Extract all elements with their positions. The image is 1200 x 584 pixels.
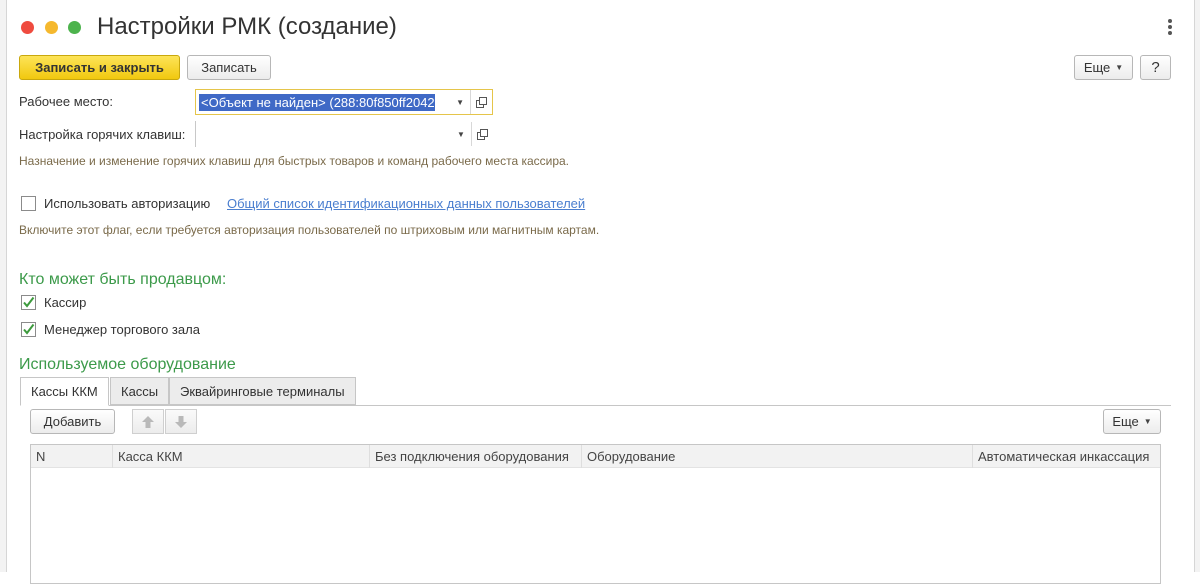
more-menu-label: Еще xyxy=(1083,60,1111,75)
open-item-icon[interactable] xyxy=(471,122,493,146)
save-and-close-button[interactable]: Записать и закрыть xyxy=(19,55,180,80)
checkmark-icon xyxy=(23,296,35,308)
seller-section-title: Кто может быть продавцом: xyxy=(19,271,227,288)
authorization-hint: Включите этот флаг, если требуется автор… xyxy=(19,223,600,237)
tabs-divider xyxy=(20,405,1171,406)
dropdown-arrow-icon[interactable]: ▼ xyxy=(451,130,471,139)
checkmark-icon xyxy=(23,323,35,335)
window-title: Настройки РМК (создание) xyxy=(97,13,397,40)
tab-kkm-registers[interactable]: Кассы ККМ xyxy=(20,377,109,406)
column-header-no-equipment[interactable]: Без подключения оборудования xyxy=(369,445,581,468)
background-window-edge-right xyxy=(1194,0,1200,572)
more-actions-icon[interactable] xyxy=(1164,17,1176,39)
tab-acquiring-terminals[interactable]: Эквайринговые терминалы xyxy=(169,377,356,405)
maximize-window-button[interactable] xyxy=(68,21,81,34)
workplace-value: <Объект не найден> (288:80f850ff20420 xyxy=(199,93,435,111)
arrow-up-icon xyxy=(142,415,154,428)
background-window-edge-left xyxy=(0,0,7,572)
save-button[interactable]: Записать xyxy=(187,55,271,80)
identification-data-link[interactable]: Общий список идентификационных данных по… xyxy=(227,196,585,211)
kkm-registers-table[interactable]: N Касса ККМ Без подключения оборудования… xyxy=(30,444,1161,584)
hotkeys-hint: Назначение и изменение горячих клавиш дл… xyxy=(19,154,570,168)
column-header-kkm-register[interactable]: Касса ККМ xyxy=(112,445,369,468)
equipment-section-title: Используемое оборудование xyxy=(19,356,236,373)
open-item-icon[interactable] xyxy=(470,90,492,114)
hotkeys-label: Настройка горячих клавиш: xyxy=(19,127,186,142)
close-window-button[interactable] xyxy=(21,21,34,34)
chevron-down-icon: ▼ xyxy=(1143,417,1152,426)
floor-manager-checkbox[interactable] xyxy=(21,322,36,337)
column-header-auto-collection[interactable]: Автоматическая инкассация xyxy=(972,445,1160,468)
arrow-down-icon xyxy=(175,415,187,428)
hotkeys-field[interactable]: ▼ xyxy=(195,121,493,147)
cashier-checkbox[interactable] xyxy=(21,295,36,310)
table-more-label: Еще xyxy=(1112,414,1139,429)
workplace-label: Рабочее место: xyxy=(19,94,114,109)
cashier-label: Кассир xyxy=(44,295,87,310)
chevron-down-icon: ▼ xyxy=(1115,63,1124,72)
use-authorization-label: Использовать авторизацию xyxy=(44,196,211,211)
help-button[interactable]: ? xyxy=(1140,55,1171,80)
column-header-equipment[interactable]: Оборудование xyxy=(581,445,972,468)
add-button[interactable]: Добавить xyxy=(30,409,115,434)
table-more-button[interactable]: Еще ▼ xyxy=(1103,409,1161,434)
floor-manager-label: Менеджер торгового зала xyxy=(44,322,200,337)
more-menu-button[interactable]: Еще ▼ xyxy=(1074,55,1133,80)
table-header: N Касса ККМ Без подключения оборудования… xyxy=(31,445,1160,468)
move-up-button[interactable] xyxy=(132,409,164,434)
tab-registers[interactable]: Кассы xyxy=(110,377,170,405)
dropdown-arrow-icon[interactable]: ▼ xyxy=(450,98,470,107)
minimize-window-button[interactable] xyxy=(45,21,58,34)
use-authorization-checkbox[interactable] xyxy=(21,196,36,211)
move-down-button[interactable] xyxy=(165,409,197,434)
workplace-field[interactable]: <Объект не найден> (288:80f850ff20420 ▼ xyxy=(195,89,493,115)
column-header-number[interactable]: N xyxy=(31,445,112,468)
